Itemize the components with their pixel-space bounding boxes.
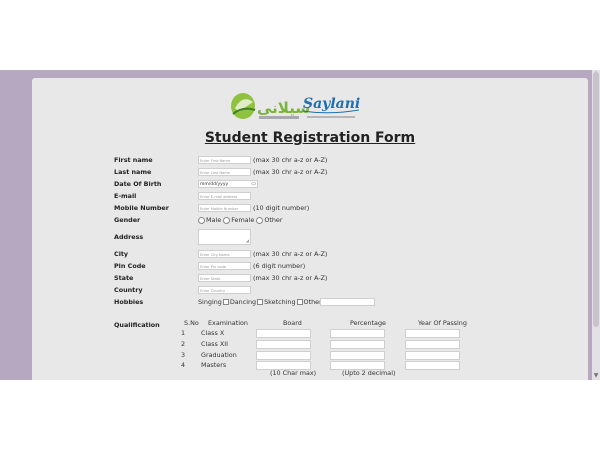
country-row: Country Enter Country: [32, 285, 588, 297]
year-input-1[interactable]: [405, 329, 460, 338]
hobbies-label: Hobbies: [114, 298, 144, 306]
hobby-dancing-checkbox[interactable]: [257, 299, 264, 305]
hobby-sketching-checkbox[interactable]: [296, 299, 303, 305]
hobbies-options: Singing Dancing Sketching Other: [198, 297, 330, 307]
col-year-of-passing: Year Of Passing: [418, 319, 467, 327]
dob-label: Date Of Birth: [114, 180, 162, 188]
svg-text:Saylani: Saylani: [303, 96, 360, 112]
address-row: Address ◢: [32, 229, 588, 245]
row-sno: 3: [181, 351, 186, 359]
state-hint: (max 30 chr a-z or A-Z): [253, 274, 328, 282]
last-name-row: Last name Enter Last Name (max 30 chr a-…: [32, 167, 588, 179]
vertical-scrollbar[interactable]: ▲ ▼: [592, 70, 600, 380]
page-title: Student Registration Form: [204, 130, 416, 146]
email-row: E-mail Enter E-mail address: [32, 191, 588, 203]
mobile-input[interactable]: Enter Mobile Number: [198, 204, 251, 212]
year-input-3[interactable]: [405, 351, 460, 360]
gender-female-label: Female: [231, 216, 255, 224]
calendar-icon[interactable]: ▭: [251, 181, 256, 188]
mobile-label: Mobile Number: [114, 204, 169, 212]
row-sno: 1: [181, 329, 186, 337]
gender-male-label: Male: [206, 216, 222, 224]
hobby-dancing-label: Dancing: [229, 298, 257, 306]
gender-other-label: Other: [264, 216, 283, 224]
col-percentage: Percentage: [350, 319, 386, 327]
year-input-2[interactable]: [405, 340, 460, 349]
email-input[interactable]: Enter E-mail address: [198, 192, 251, 200]
city-input[interactable]: Enter City Name: [198, 250, 251, 258]
col-sno: S.No: [184, 319, 199, 327]
browser-viewport: سیلانی Saylani Student Registration Form…: [0, 70, 600, 380]
row-sno: 2: [181, 340, 186, 348]
gender-options: Male Female Other: [198, 215, 283, 225]
dob-value: mm/dd/yyyy: [200, 182, 229, 187]
dob-row: Date Of Birth mm/dd/yyyy ▭: [32, 179, 588, 191]
board-note: (10 Char max): [270, 369, 317, 377]
country-label: Country: [114, 286, 143, 294]
hobby-other-label: Other: [303, 298, 322, 306]
row-exam: Masters: [201, 361, 227, 369]
state-label: State: [114, 274, 134, 282]
last-name-hint: (max 30 chr a-z or A-Z): [253, 168, 328, 176]
first-name-label: First name: [114, 156, 153, 164]
hobbies-row: Hobbies Singing Dancing Sketching Other: [32, 297, 588, 309]
scroll-thumb[interactable]: [593, 72, 599, 327]
row-exam: Class X: [201, 329, 225, 337]
board-input-2[interactable]: [256, 340, 311, 349]
city-label: City: [114, 250, 129, 258]
last-name-label: Last name: [114, 168, 152, 176]
pin-label: Pin Code: [114, 262, 146, 270]
state-input[interactable]: Enter State: [198, 274, 251, 282]
percentage-note: (Upto 2 decimal): [342, 369, 396, 377]
city-hint: (max 30 chr a-z or A-Z): [253, 250, 328, 258]
mobile-row: Mobile Number Enter Mobile Number (10 di…: [32, 203, 588, 215]
percentage-input-2[interactable]: [330, 340, 385, 349]
mobile-hint: (10 digit number): [253, 204, 310, 212]
form-panel: سیلانی Saylani Student Registration Form…: [32, 78, 588, 380]
percentage-input-3[interactable]: [330, 351, 385, 360]
qualification-label: Qualification: [114, 321, 160, 329]
row-sno: 4: [181, 361, 186, 369]
pin-hint: (6 digit number): [253, 262, 306, 270]
country-input[interactable]: Enter Country: [198, 286, 251, 294]
year-input-4[interactable]: [405, 361, 460, 370]
address-label: Address: [114, 233, 144, 241]
first-name-row: First name Enter First Name (max 30 chr …: [32, 155, 588, 167]
gender-row: Gender Male Female Other: [32, 215, 588, 227]
hobby-sketching-label: Sketching: [264, 298, 296, 306]
gender-label: Gender: [114, 216, 141, 224]
hobby-singing-label: Singing: [198, 298, 222, 306]
resize-grip-icon[interactable]: ◢: [246, 239, 249, 243]
city-row: City Enter City Name (max 30 chr a-z or …: [32, 249, 588, 261]
col-examination: Examination: [208, 319, 248, 327]
dob-input[interactable]: mm/dd/yyyy ▭: [198, 180, 258, 188]
email-label: E-mail: [114, 192, 137, 200]
gender-radio-other[interactable]: [256, 216, 264, 224]
address-textarea[interactable]: ◢: [198, 229, 251, 245]
gender-radio-male[interactable]: [198, 216, 205, 224]
percentage-input-1[interactable]: [330, 329, 385, 338]
pin-input[interactable]: Enter Pin code: [198, 262, 251, 270]
row-exam: Graduation: [201, 351, 237, 359]
last-name-input[interactable]: Enter Last Name: [198, 168, 251, 176]
pin-row: Pin Code Enter Pin code (6 digit number): [32, 261, 588, 273]
gender-radio-female[interactable]: [223, 216, 231, 224]
state-row: State Enter State (max 30 chr a-z or A-Z…: [32, 273, 588, 285]
board-input-3[interactable]: [256, 351, 311, 360]
row-exam: Class XII: [201, 340, 228, 348]
first-name-hint: (max 30 chr a-z or A-Z): [253, 156, 328, 164]
board-input-1[interactable]: [256, 329, 311, 338]
hobby-other-input[interactable]: [320, 298, 375, 306]
first-name-input[interactable]: Enter First Name: [198, 156, 251, 164]
scroll-down-icon[interactable]: ▼: [592, 372, 600, 380]
col-board: Board: [283, 319, 302, 327]
saylani-logo: سیلانی Saylani: [231, 93, 360, 119]
hobby-singing-checkbox[interactable]: [222, 299, 229, 305]
